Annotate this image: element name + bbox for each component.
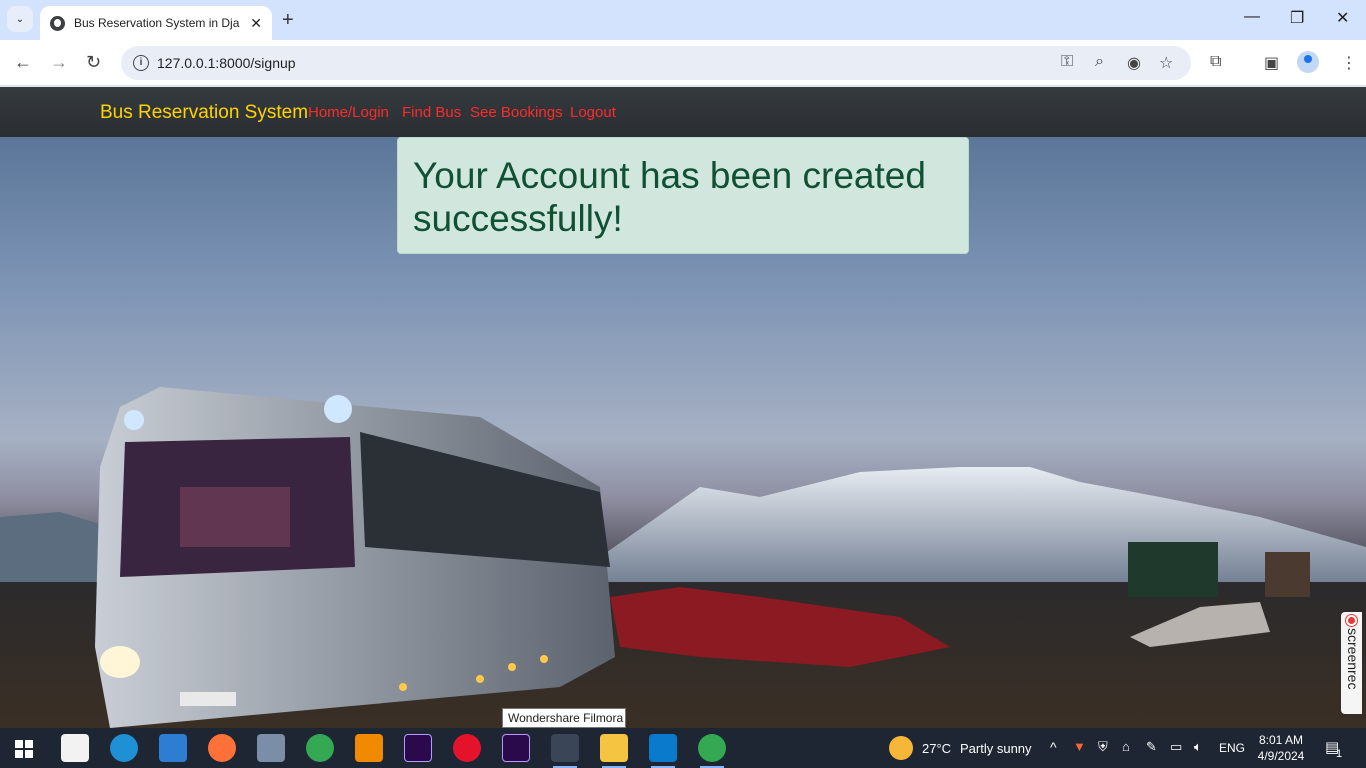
zoom-icon[interactable]: ⌕ (1095, 53, 1104, 71)
nav-find-bus[interactable]: Find Bus (402, 104, 461, 121)
language-indicator[interactable]: ENG (1219, 741, 1245, 755)
maximize-icon[interactable]: ❐ (1290, 8, 1304, 28)
site-navbar: Bus Reservation System Home/Login Find B… (0, 87, 1366, 137)
after-effects-icon-2[interactable] (502, 734, 530, 762)
notification-count: 1 (1336, 748, 1343, 760)
after-effects-icon[interactable] (404, 734, 432, 762)
tab-strip: ⌄ Bus Reservation System in Djan ✕ + — ❐… (0, 0, 1366, 40)
site-info-icon[interactable]: i (133, 55, 149, 71)
shed (1265, 552, 1310, 597)
opera-icon[interactable] (453, 734, 481, 762)
back-icon[interactable]: ← (14, 52, 32, 73)
clock-date: 4/9/2024 (1257, 749, 1305, 763)
nav-home-login[interactable]: Home/Login (308, 104, 389, 121)
clock-time: 8:01 AM (1258, 733, 1304, 747)
site-brand[interactable]: Bus Reservation System (100, 102, 308, 124)
url-text[interactable]: 127.0.0.1:8000/signup (157, 55, 296, 71)
password-key-icon[interactable]: ⚿ (1061, 53, 1073, 71)
brave-icon[interactable]: ▼ (1073, 739, 1086, 754)
weather-temp[interactable]: 27°C (922, 741, 951, 756)
success-alert: Your Account has been created successful… (397, 137, 969, 254)
usb-icon[interactable]: ⌂ (1122, 739, 1130, 754)
side-panel-icon[interactable]: ▣ (1264, 53, 1279, 73)
tab-search-icon[interactable]: ⌄ (7, 6, 33, 32)
forward-icon[interactable]: → (50, 52, 68, 73)
reload-icon[interactable]: ↻ (86, 52, 101, 73)
minimize-icon[interactable]: — (1244, 8, 1260, 26)
vscode-icon[interactable] (649, 734, 677, 768)
bookmark-star-icon[interactable]: ☆ (1159, 53, 1173, 73)
new-tab-icon[interactable]: + (282, 9, 294, 32)
firefox-icon[interactable] (208, 734, 236, 762)
file-explorer-icon[interactable] (600, 734, 628, 768)
screenrec-label: screenrec (1345, 628, 1361, 690)
network-icon[interactable]: ▭ (1170, 739, 1182, 755)
close-window-icon[interactable]: ✕ (1336, 8, 1349, 28)
weather-desc[interactable]: Partly sunny (960, 741, 1032, 756)
tray-chevron-icon[interactable]: ^ (1050, 739, 1057, 755)
weather-icon[interactable] (889, 736, 913, 760)
mail-icon[interactable] (159, 734, 187, 762)
taskbar-tooltip: Wondershare Filmora (502, 708, 626, 728)
windows-start-icon[interactable] (15, 740, 33, 758)
tab-favicon-icon (50, 15, 65, 31)
volume-icon[interactable]: 🔈︎ (1194, 739, 1202, 755)
active-tab[interactable]: Bus Reservation System in Djan ✕ (40, 6, 272, 40)
extensions-icon[interactable]: ⧉ (1210, 53, 1221, 71)
windows-taskbar: 27°C Partly sunny ^ ▼ ⛨ ⌂ ✎ ▭ 🔈︎ ENG ▤ 1 (0, 728, 1366, 768)
filmora-icon[interactable] (551, 734, 579, 768)
alert-message: Your Account has been created successful… (413, 155, 926, 239)
chrome-icon[interactable] (306, 734, 334, 762)
nav-logout[interactable]: Logout (570, 104, 616, 121)
defender-icon[interactable]: ⛨ (1098, 739, 1108, 755)
green-container (1128, 542, 1218, 597)
microsoft-store-icon[interactable] (61, 734, 89, 762)
chrome-active-icon[interactable] (698, 734, 726, 768)
browser-toolbar: ← → ↻ i 127.0.0.1:8000/signup ⚿ ⌕ ◉ ☆ ⧉ … (0, 40, 1366, 86)
tab-title: Bus Reservation System in Djan (74, 16, 240, 30)
photo-app-icon[interactable] (257, 734, 285, 762)
menu-icon[interactable]: ⋮ (1341, 53, 1357, 73)
tab-close-icon[interactable]: ✕ (250, 15, 262, 32)
screenrec-widget[interactable]: screenrec (1341, 612, 1362, 714)
nav-see-bookings[interactable]: See Bookings (470, 104, 563, 121)
record-icon (1346, 615, 1357, 626)
system-clock[interactable]: 8:01 AM 4/9/2024 (1256, 732, 1306, 764)
pen-icon[interactable]: ✎ (1146, 739, 1157, 755)
address-bar[interactable]: i 127.0.0.1:8000/signup ⚿ ⌕ ◉ ☆ (121, 46, 1191, 80)
profile-icon[interactable] (1297, 51, 1319, 73)
page-viewport: Bus Reservation System Home/Login Find B… (0, 87, 1366, 728)
vlc-icon[interactable] (355, 734, 383, 762)
eye-icon[interactable]: ◉ (1127, 53, 1141, 73)
edge-icon[interactable] (110, 734, 138, 762)
